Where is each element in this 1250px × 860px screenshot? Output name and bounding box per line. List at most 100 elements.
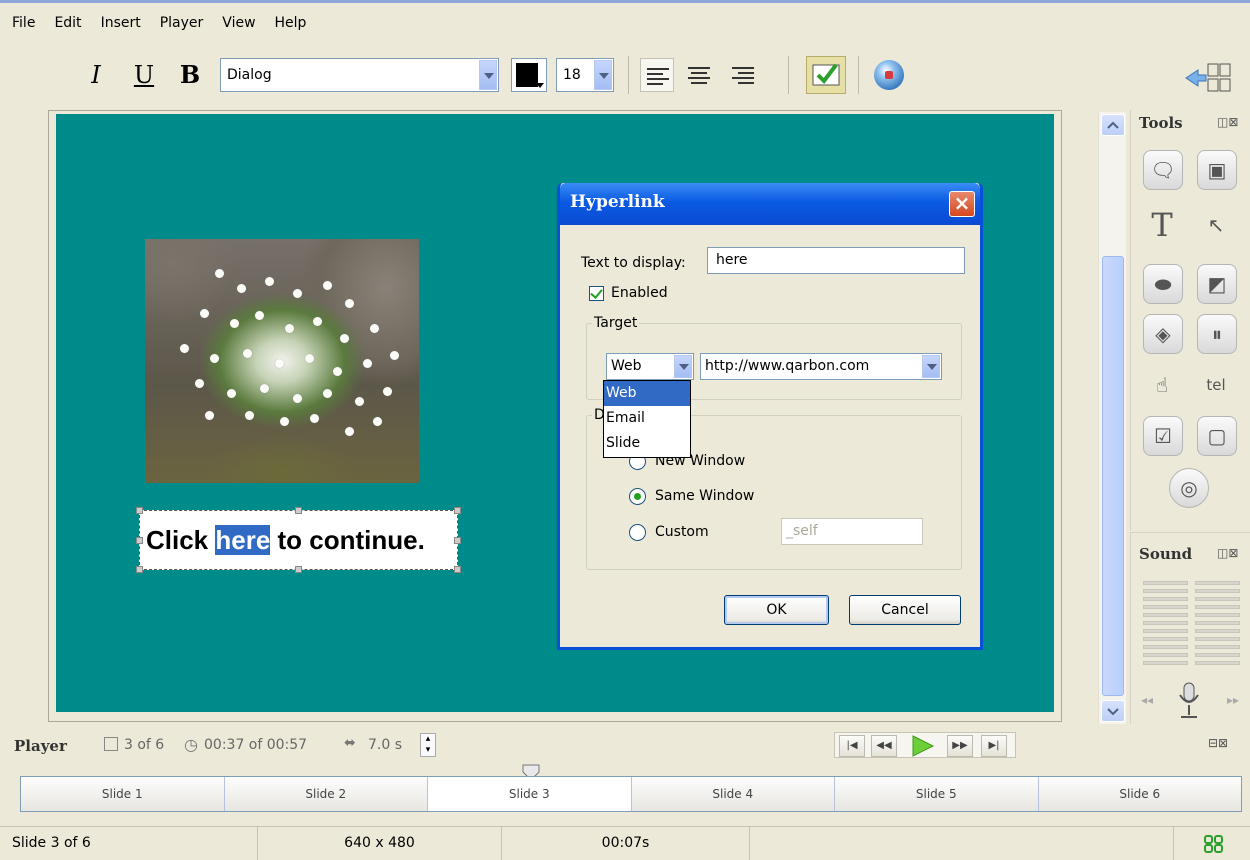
underline-button[interactable]: U	[130, 58, 158, 92]
first-slide-button[interactable]: |◀	[839, 735, 865, 757]
menu-file[interactable]: File	[12, 15, 35, 31]
timeline-slide-5[interactable]: Slide 5	[835, 777, 1039, 811]
italic-button[interactable]: I	[82, 58, 110, 92]
align-center-button[interactable]	[682, 58, 716, 92]
resize-handle[interactable]	[295, 566, 302, 573]
timeline-slide-2[interactable]: Slide 2	[224, 777, 428, 811]
same-window-radio[interactable]	[629, 488, 646, 505]
dropdown-option-slide[interactable]: Slide	[604, 431, 690, 456]
dialog-titlebar[interactable]: Hyperlink ×	[560, 183, 980, 225]
chevron-down-icon	[1107, 708, 1119, 716]
color-swatch	[516, 63, 538, 87]
frame-tool[interactable]: ▢	[1197, 416, 1237, 456]
toolbar-separator	[858, 56, 859, 94]
resize-handle[interactable]	[454, 566, 461, 573]
text-tool[interactable]: T	[1143, 206, 1183, 246]
caret-down-icon	[536, 83, 544, 88]
shape-tool[interactable]: ⬬	[1143, 264, 1183, 304]
canvas-vertical-scrollbar[interactable]	[1098, 112, 1126, 724]
scroll-thumb[interactable]	[1102, 256, 1124, 696]
quiz-tool[interactable]: ☑	[1143, 416, 1183, 456]
web-record-icon[interactable]	[874, 60, 904, 90]
custom-radio[interactable]	[629, 524, 646, 541]
chevron-down-icon[interactable]	[594, 60, 612, 90]
panel-dock-icon[interactable]: ◫⊠	[1217, 546, 1238, 560]
cancel-button[interactable]: Cancel	[849, 595, 961, 625]
menu-player[interactable]: Player	[160, 15, 204, 31]
callout-tool[interactable]: 🗨	[1143, 150, 1183, 190]
status-empty-cell	[750, 827, 1174, 860]
text-color-button[interactable]	[511, 58, 547, 92]
pointer-tool[interactable]: ↖	[1197, 206, 1237, 246]
custom-label: Custom	[655, 524, 709, 540]
scroll-up-button[interactable]	[1101, 114, 1125, 136]
menu-edit[interactable]: Edit	[54, 15, 81, 31]
fast-forward-button[interactable]: ▶▶	[947, 735, 973, 757]
custom-target-select: _self	[781, 518, 923, 545]
play-button[interactable]	[907, 734, 937, 762]
volume-meters	[1143, 581, 1243, 669]
panel-dock-icon[interactable]: ⊟⊠	[1208, 736, 1228, 750]
caption-text[interactable]: Click here to continue.	[146, 525, 425, 556]
resize-handle[interactable]	[295, 507, 302, 514]
font-name-select[interactable]: Dialog	[220, 58, 499, 92]
text-to-display-input[interactable]: here	[707, 247, 965, 274]
forward-sound-icon[interactable]: ▸▸	[1227, 693, 1239, 707]
chevron-down-icon[interactable]	[479, 60, 497, 90]
flash-tool[interactable]: ◈	[1143, 314, 1183, 354]
enabled-checkbox[interactable]	[589, 286, 604, 301]
target-type-select[interactable]: Web	[606, 353, 694, 380]
menu-view[interactable]: View	[222, 15, 255, 31]
image-tool[interactable]: ▣	[1197, 150, 1237, 190]
dropdown-option-email[interactable]: Email	[604, 406, 690, 431]
resize-handle[interactable]	[136, 566, 143, 573]
text-entry-tool[interactable]: tel	[1197, 366, 1237, 406]
panel-dock-icon[interactable]: ◫⊠	[1217, 115, 1238, 129]
target-url-value: http://www.qarbon.com	[705, 358, 870, 374]
target-url-combo[interactable]: http://www.qarbon.com	[700, 353, 942, 380]
slide-flower-image[interactable]	[145, 239, 419, 483]
resize-handle[interactable]	[136, 537, 143, 544]
resize-handle[interactable]	[454, 537, 461, 544]
resize-handle[interactable]	[454, 507, 461, 514]
target-type-dropdown-list: Web Email Slide	[603, 380, 691, 458]
slide-caption-textbox[interactable]: Click here to continue.	[136, 507, 461, 573]
font-size-select[interactable]: 18	[556, 58, 614, 92]
duration-icon: ⬌	[344, 735, 356, 751]
resize-handle[interactable]	[136, 507, 143, 514]
caption-link-text[interactable]: here	[215, 525, 271, 555]
align-right-button[interactable]	[726, 58, 760, 92]
status-time: 00:07s	[502, 827, 750, 860]
scroll-down-button[interactable]	[1101, 700, 1125, 722]
menu-insert[interactable]: Insert	[101, 15, 141, 31]
timeline-slide-4[interactable]: Slide 4	[631, 777, 835, 811]
timeline-slide-3[interactable]: Slide 3	[428, 777, 632, 811]
timeline-slide-6[interactable]: Slide 6	[1038, 777, 1241, 811]
ok-button[interactable]: OK	[724, 595, 829, 625]
record-tool[interactable]: ◎	[1169, 468, 1209, 508]
quiz-book-button[interactable]	[806, 56, 846, 94]
duration-spinner[interactable]: ▴ ▾	[420, 733, 436, 757]
chevron-down-icon[interactable]	[674, 355, 692, 378]
chevron-down-icon[interactable]	[922, 355, 940, 378]
font-name-value: Dialog	[227, 67, 272, 83]
play-icon	[912, 735, 935, 757]
menu-help[interactable]: Help	[275, 15, 307, 31]
target-type-value: Web	[611, 358, 642, 374]
rewind-button[interactable]: ◀◀	[871, 735, 897, 757]
layout-arrow-icon	[1185, 63, 1231, 92]
pause-tool[interactable]: ⏸	[1197, 314, 1237, 354]
timeline-slide-1[interactable]: Slide 1	[21, 777, 225, 811]
connection-status-icon	[1204, 835, 1223, 853]
align-left-button[interactable]	[640, 58, 674, 92]
dropdown-option-web[interactable]: Web	[604, 381, 690, 406]
format-toolbar: I U B Dialog 18	[0, 44, 1250, 108]
bold-button[interactable]: B	[176, 58, 204, 92]
microphone-icon[interactable]	[1175, 681, 1203, 721]
click-tool[interactable]: ☝	[1143, 366, 1183, 406]
last-slide-button[interactable]: ▶|	[981, 735, 1007, 757]
picture-tool[interactable]: ◩	[1197, 264, 1237, 304]
layout-switch-button[interactable]	[1184, 62, 1234, 94]
close-button[interactable]: ×	[949, 191, 975, 217]
rewind-sound-icon[interactable]: ◂◂	[1141, 693, 1153, 707]
